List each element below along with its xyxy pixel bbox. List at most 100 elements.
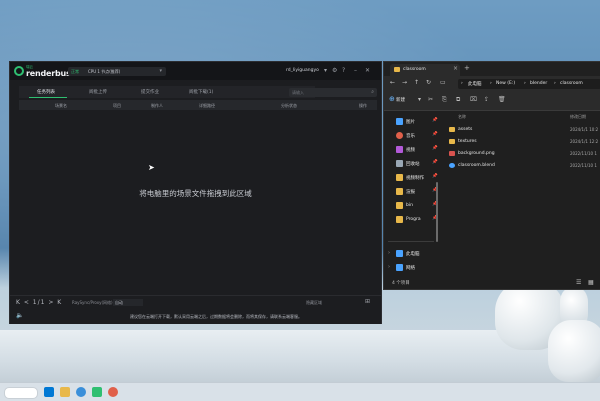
nav-item-render[interactable]: 渲报 📌 [388,187,438,197]
renderbus-app-icon[interactable] [92,387,102,397]
pin-icon[interactable]: 📌 [432,132,438,137]
breadcrumb-item[interactable]: New (E:) [496,81,515,86]
nav-item-videos[interactable]: 视频 📌 [388,145,438,155]
hide-area-link[interactable]: 隐藏区域 [306,300,322,306]
breadcrumb[interactable]: › 此电脑 › New (E:) › blender › classroom [458,79,600,89]
pin-icon[interactable]: 📌 [432,118,438,123]
details-view-icon[interactable]: ☰ [576,279,581,286]
plus-icon[interactable]: + [464,64,470,72]
explorer-titlebar: classroom × + [384,62,600,76]
wallpaper-vase [548,320,600,382]
nav-item-label: 图片 [406,120,415,125]
expand-icon[interactable]: ⊞ [365,298,370,305]
help-icon[interactable]: ? [342,67,345,74]
file-explorer-icon[interactable] [60,387,70,397]
nav-item-recycle-bin[interactable]: 回收站 📌 [388,159,438,169]
windows-start-icon[interactable] [44,387,54,397]
tiles-view-icon[interactable]: ▦ [588,279,594,286]
nav-item-pictures[interactable]: 图片 📌 [388,117,438,127]
nav-item-network[interactable]: › 网络 [388,263,436,273]
explorer-tab[interactable]: classroom × [390,64,460,76]
folder-icon [449,139,455,144]
transfer-mode-select[interactable]: 自动 [113,299,143,306]
file-row[interactable]: classroom.blend 2022/11/10 1 [444,161,600,171]
back-arrow-icon[interactable]: ← [390,79,395,86]
tab-upload[interactable]: 阅批上传 [89,89,107,95]
forward-arrow-icon[interactable]: → [402,79,407,86]
cut-icon[interactable]: ✂ [428,96,433,103]
browser-icon[interactable] [76,387,86,397]
nav-item-video-production[interactable]: 视频制作 📌 [388,173,438,183]
breadcrumb-item[interactable]: 此电脑 [468,81,482,87]
refresh-icon[interactable]: ↻ [426,79,431,86]
up-arrow-icon[interactable]: ↑ [414,79,419,86]
new-item-button[interactable]: 新建 [396,97,405,103]
taskbar-search-box[interactable] [4,387,38,399]
column-header[interactable]: 操作 [359,103,367,109]
chevron-down-icon[interactable]: ▾ [418,96,421,103]
transfer-engine-label: RaySync/Proxy(网络) [72,300,113,305]
close-icon[interactable]: ✕ [365,67,370,74]
explorer-status-bar: 4 个项目 ☰ ▦ [384,277,600,289]
nav-item-this-pc[interactable]: › 此电脑 [388,249,436,259]
chevron-right-icon[interactable]: › [388,264,390,270]
file-date: 2024/1/1 10:2 [570,127,599,132]
rename-icon[interactable]: ⌧ [470,96,477,103]
monitor-icon[interactable]: ▭ [440,79,446,86]
pin-icon[interactable]: 📌 [432,160,438,165]
task-search-input[interactable]: 请输入 ⌕ [289,88,377,97]
file-row[interactable]: textures 2024/1/1 12:2 [444,137,600,147]
chrome-icon[interactable] [108,387,118,397]
column-header[interactable]: 场景名 [55,103,67,109]
chevron-down-icon[interactable]: ▾ [324,67,327,74]
breadcrumb-item[interactable]: blender [530,81,547,86]
column-header[interactable]: 分析状态 [281,103,297,109]
file-drop-zone[interactable]: 将电脑里的场景文件拖拽到此区域 [10,188,381,199]
speaker-icon[interactable]: 🔈 [16,312,23,319]
column-header[interactable]: 详细路径 [199,103,215,109]
file-row[interactable]: background.png 2022/11/10 1 [444,149,600,159]
pagination-controls[interactable]: K < 1/1 > K [16,299,62,306]
explorer-file-list: 名称 修改日期 assets 2024/1/1 10:2 textures 20… [444,111,600,277]
user-account-menu[interactable]: rd_liyiguangyo [286,68,319,73]
tab-download[interactable]: 阅批下载(1) [189,89,213,95]
nav-item-label: 视频制作 [406,176,424,181]
nav-item-label: 回收站 [406,162,420,167]
chevron-right-icon: › [461,81,463,86]
minimize-icon[interactable]: – [354,67,357,74]
tab-task-list[interactable]: 任务列表 [37,89,55,95]
search-icon[interactable]: ⌕ [371,89,374,95]
close-icon[interactable]: × [453,65,458,72]
delete-icon[interactable]: 🗑 [498,96,506,103]
paste-icon[interactable]: ⧉ [456,96,460,104]
gear-icon[interactable]: ⚙ [332,67,337,74]
image-file-icon [449,151,455,156]
explorer-address-bar: ← → ↑ ↻ ▭ › 此电脑 › New (E:) › blender › c… [384,76,600,92]
share-icon[interactable]: ⇪ [484,96,489,103]
file-date: 2022/11/10 1 [570,163,597,168]
column-header-date[interactable]: 修改日期 [570,114,586,120]
tab-submit[interactable]: 提交作业 [141,89,159,95]
render-mode-select[interactable]: 正常 CPU 1 节点(推荐) ▾ [68,67,166,76]
task-table-header: 场景名 项目 制作人 详细路径 分析状态 操作 [19,100,377,110]
column-header[interactable]: 制作人 [151,103,163,109]
nav-item-program-files[interactable]: Progra 📌 [388,215,438,225]
file-date: 2024/1/1 12:2 [570,139,599,144]
renderbus-titlebar: 瑞云 renderbus 正常 CPU 1 节点(推荐) ▾ rd_liyigu… [10,62,381,80]
copy-icon[interactable]: ⎘ [442,96,447,104]
nav-item-bin[interactable]: bin 📌 [388,201,438,211]
nav-pane-scrollbar[interactable] [436,182,438,242]
column-header[interactable]: 项目 [113,103,121,109]
breadcrumb-item[interactable]: classroom [560,81,583,86]
folder-icon [396,216,403,223]
column-header-name[interactable]: 名称 [458,114,466,120]
pin-icon[interactable]: 📌 [432,146,438,151]
explorer-tab-title: classroom [403,67,426,72]
file-name: assets [458,127,473,132]
file-row[interactable]: assets 2024/1/1 10:2 [444,125,600,135]
pin-icon[interactable]: 📌 [432,174,438,179]
chevron-right-icon[interactable]: › [388,250,390,256]
nav-item-music[interactable]: 音乐 📌 [388,131,438,141]
chevron-right-icon: › [524,81,526,86]
folder-icon [396,188,403,195]
